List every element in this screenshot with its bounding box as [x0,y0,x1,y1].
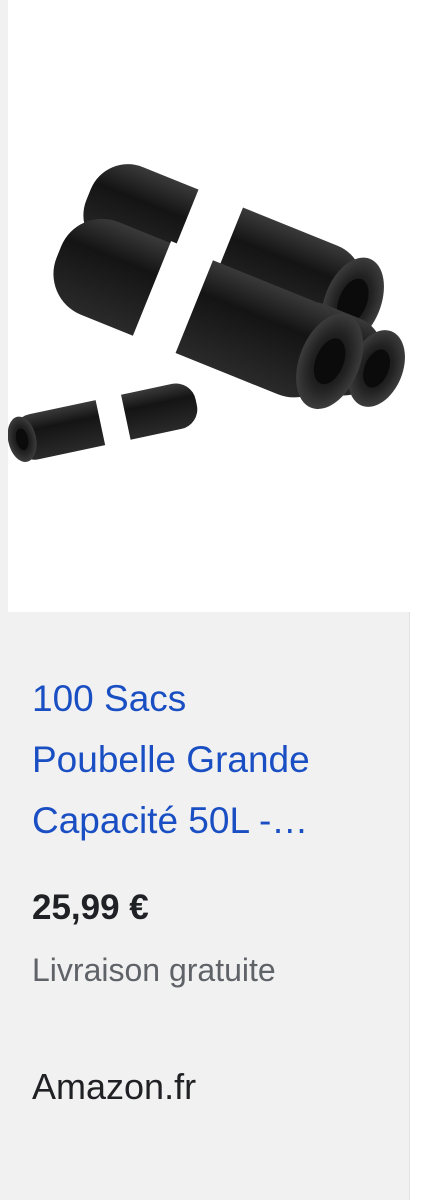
product-title-line: 100 Sacs [32,678,187,719]
product-title-line: Capacité 50L -… [32,800,309,841]
merchant-name: Amazon.fr [32,1066,197,1107]
product-title-link[interactable]: 100 Sacs Poubelle Grande Capacité 50L -… [32,668,382,851]
product-card[interactable]: 100 Sacs Poubelle Grande Capacité 50L -…… [0,0,410,1200]
product-title-line: Poubelle Grande [32,739,310,780]
product-image[interactable] [8,0,410,612]
product-price: 25,99 € [32,888,149,927]
page-edge [411,0,432,1200]
shipping-info: Livraison gratuite [32,952,276,988]
trash-bag-rolls-image [8,164,405,462]
